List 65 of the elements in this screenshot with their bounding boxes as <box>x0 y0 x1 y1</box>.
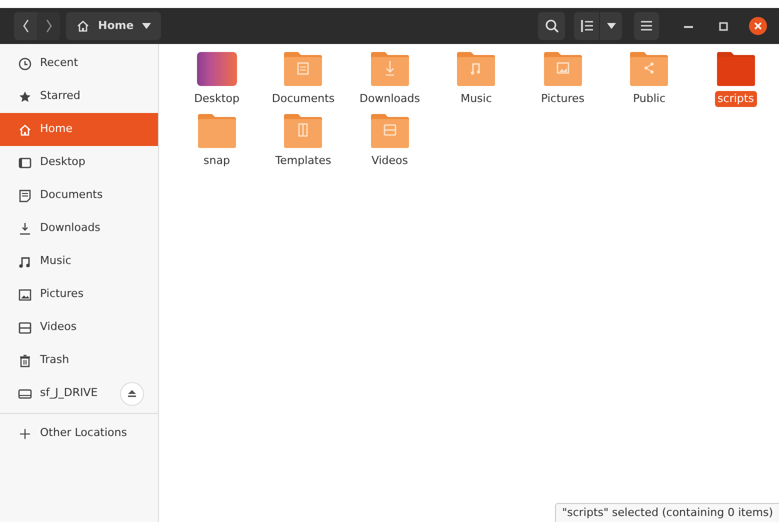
list-view-icon <box>580 20 592 32</box>
sidebar-item[interactable]: Videos <box>0 311 158 344</box>
file-item[interactable]: Videos <box>346 113 433 169</box>
home-icon <box>76 19 90 33</box>
drive-icon <box>18 386 32 400</box>
eject-button[interactable] <box>120 382 144 406</box>
caret-icon <box>142 23 151 29</box>
folder-icon <box>368 51 411 87</box>
back-icon <box>22 19 30 33</box>
home-icon <box>18 122 32 136</box>
folder-icon <box>196 113 238 149</box>
folder-icon <box>282 51 324 87</box>
path-button[interactable]: Home <box>66 12 161 40</box>
menu-button[interactable] <box>634 12 658 40</box>
folder-icon <box>368 113 411 149</box>
sidebar-item[interactable]: Starred <box>0 80 158 113</box>
close-icon <box>748 16 768 36</box>
status-text: "scripts" selected (containing 0 items) <box>555 502 779 522</box>
sidebar-item[interactable]: Documents <box>0 179 158 212</box>
sidebar-item[interactable]: Other Locations <box>0 417 158 450</box>
desktop-folder-icon <box>196 51 238 87</box>
search-icon <box>544 19 559 33</box>
file-item[interactable]: scripts <box>692 51 779 107</box>
sidebar-item[interactable]: Pictures <box>0 278 158 311</box>
file-item[interactable]: Music <box>433 51 520 107</box>
file-item[interactable]: snap <box>174 113 260 169</box>
caret-icon <box>606 23 616 29</box>
clock-icon <box>18 56 32 70</box>
forward-icon <box>44 19 52 33</box>
search-button[interactable] <box>538 12 566 40</box>
file-item[interactable]: Downloads <box>346 51 433 107</box>
file-item[interactable]: Pictures <box>520 51 606 107</box>
file-item[interactable]: Templates <box>260 113 346 169</box>
picture-icon <box>18 288 32 302</box>
menu-icon <box>640 21 652 31</box>
star-icon <box>18 90 32 104</box>
folder-icon <box>542 51 584 87</box>
sidebar-item[interactable]: Downloads <box>0 212 158 245</box>
sidebar-item[interactable]: Home <box>0 113 158 146</box>
file-item[interactable]: Public <box>606 51 692 107</box>
sidebar-item[interactable]: Recent <box>0 47 158 80</box>
file-item[interactable]: Desktop <box>174 51 260 107</box>
plus-icon <box>18 426 32 440</box>
music-note-icon <box>18 254 32 268</box>
sidebar-item[interactable]: Music <box>0 245 158 278</box>
sidebar-item[interactable]: Trash <box>0 344 158 377</box>
file-item[interactable]: Documents <box>260 51 346 107</box>
folder-icon <box>628 51 670 87</box>
trash-icon <box>18 354 32 368</box>
film-icon <box>18 320 32 334</box>
folder-icon <box>455 51 498 87</box>
list-view-button[interactable] <box>574 12 599 40</box>
folder-icon <box>714 51 757 87</box>
view-options-button[interactable] <box>599 12 622 40</box>
folder-icon <box>282 113 324 149</box>
eject-icon <box>128 390 136 397</box>
sidebar-item[interactable]: Desktop <box>0 146 158 179</box>
document-icon <box>18 188 32 202</box>
forward-button[interactable] <box>37 12 60 40</box>
download-icon <box>18 222 32 236</box>
back-button[interactable] <box>14 12 37 40</box>
desktop-icon <box>18 156 32 170</box>
sidebar-item[interactable]: sf_J_DRIVE <box>0 377 158 410</box>
maximize-icon <box>718 22 728 30</box>
minimize-icon <box>684 24 693 28</box>
